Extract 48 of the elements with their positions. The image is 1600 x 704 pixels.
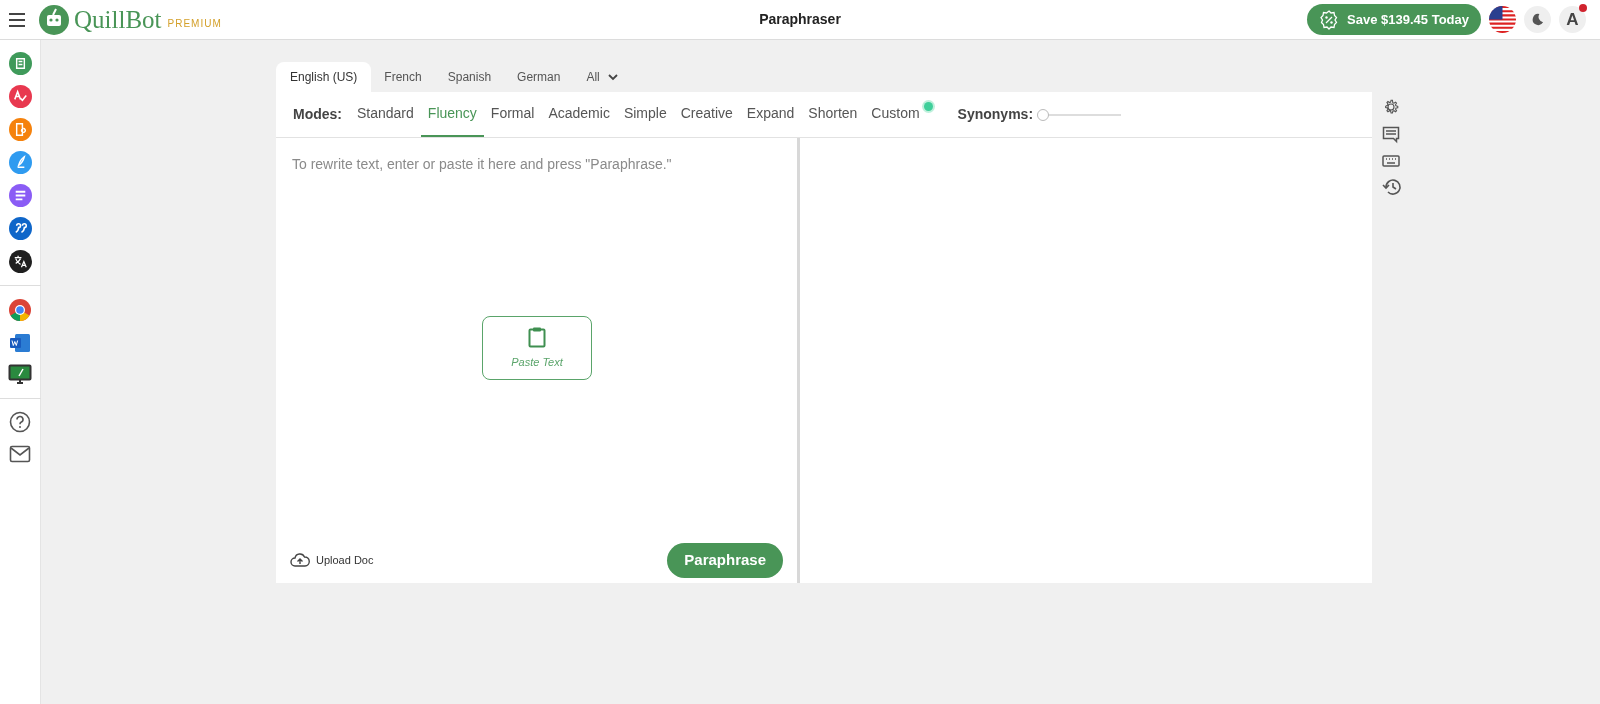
mode-tab[interactable]: Shorten xyxy=(801,92,865,137)
synonyms-slider[interactable] xyxy=(1037,108,1122,121)
language-tab[interactable]: German xyxy=(504,62,574,92)
avatar-button[interactable]: A xyxy=(1559,6,1586,33)
us-flag-icon[interactable] xyxy=(1489,6,1516,33)
mode-tab[interactable]: Simple xyxy=(616,92,674,137)
history-icon[interactable] xyxy=(1382,178,1402,196)
mode-tab[interactable]: Custom xyxy=(864,92,936,137)
language-tab[interactable]: English (US) xyxy=(276,62,372,92)
language-tab[interactable]: All xyxy=(573,62,631,92)
mode-tab[interactable]: Formal xyxy=(483,92,542,137)
page-title: Paraphraser xyxy=(758,10,842,29)
translate-icon[interactable] xyxy=(8,250,32,273)
upload-doc-button[interactable]: Upload Doc xyxy=(290,551,374,569)
comment-icon[interactable] xyxy=(1382,126,1400,144)
language-tab[interactable]: Spanish xyxy=(434,62,505,92)
paraphrase-button[interactable]: Paraphrase xyxy=(667,542,783,578)
quote-icon[interactable] xyxy=(8,217,32,240)
synonyms-label: Synonyms: xyxy=(957,105,1034,124)
keyboard-icon[interactable] xyxy=(1382,154,1400,168)
mode-tab[interactable]: Expand xyxy=(739,92,802,137)
robot-logo-icon xyxy=(38,3,70,36)
menu-icon[interactable] xyxy=(8,12,26,27)
quill-pen-icon[interactable] xyxy=(8,151,32,174)
help-icon[interactable] xyxy=(9,411,31,433)
mail-icon[interactable] xyxy=(9,445,31,463)
chrome-icon[interactable] xyxy=(8,298,32,322)
desktop-icon[interactable] xyxy=(8,364,32,386)
cloud-upload-icon xyxy=(290,553,310,567)
dark-mode-button[interactable] xyxy=(1524,6,1551,33)
grammar-check-icon[interactable] xyxy=(8,85,32,108)
brand-name: QuillBot xyxy=(74,4,162,35)
chevron-down-icon xyxy=(607,73,618,81)
word-icon[interactable] xyxy=(9,332,31,354)
mode-tab[interactable]: Standard xyxy=(350,92,421,137)
percent-badge-icon xyxy=(1319,9,1340,30)
mode-tab[interactable]: Academic xyxy=(541,92,617,137)
moon-icon xyxy=(1531,13,1544,26)
clipboard-icon xyxy=(528,325,546,348)
premium-label: PREMIUM xyxy=(167,17,222,31)
promo-button[interactable]: Save $139.45 Today xyxy=(1307,4,1481,35)
modes-label: Modes: xyxy=(293,105,342,124)
paraphraser-tool-icon[interactable] xyxy=(8,52,32,75)
language-tab[interactable]: French xyxy=(371,62,435,92)
summary-lines-icon[interactable] xyxy=(8,184,32,207)
settings-icon[interactable] xyxy=(1382,98,1400,116)
document-search-icon[interactable] xyxy=(8,118,32,141)
mode-tab[interactable]: Creative xyxy=(673,92,740,137)
